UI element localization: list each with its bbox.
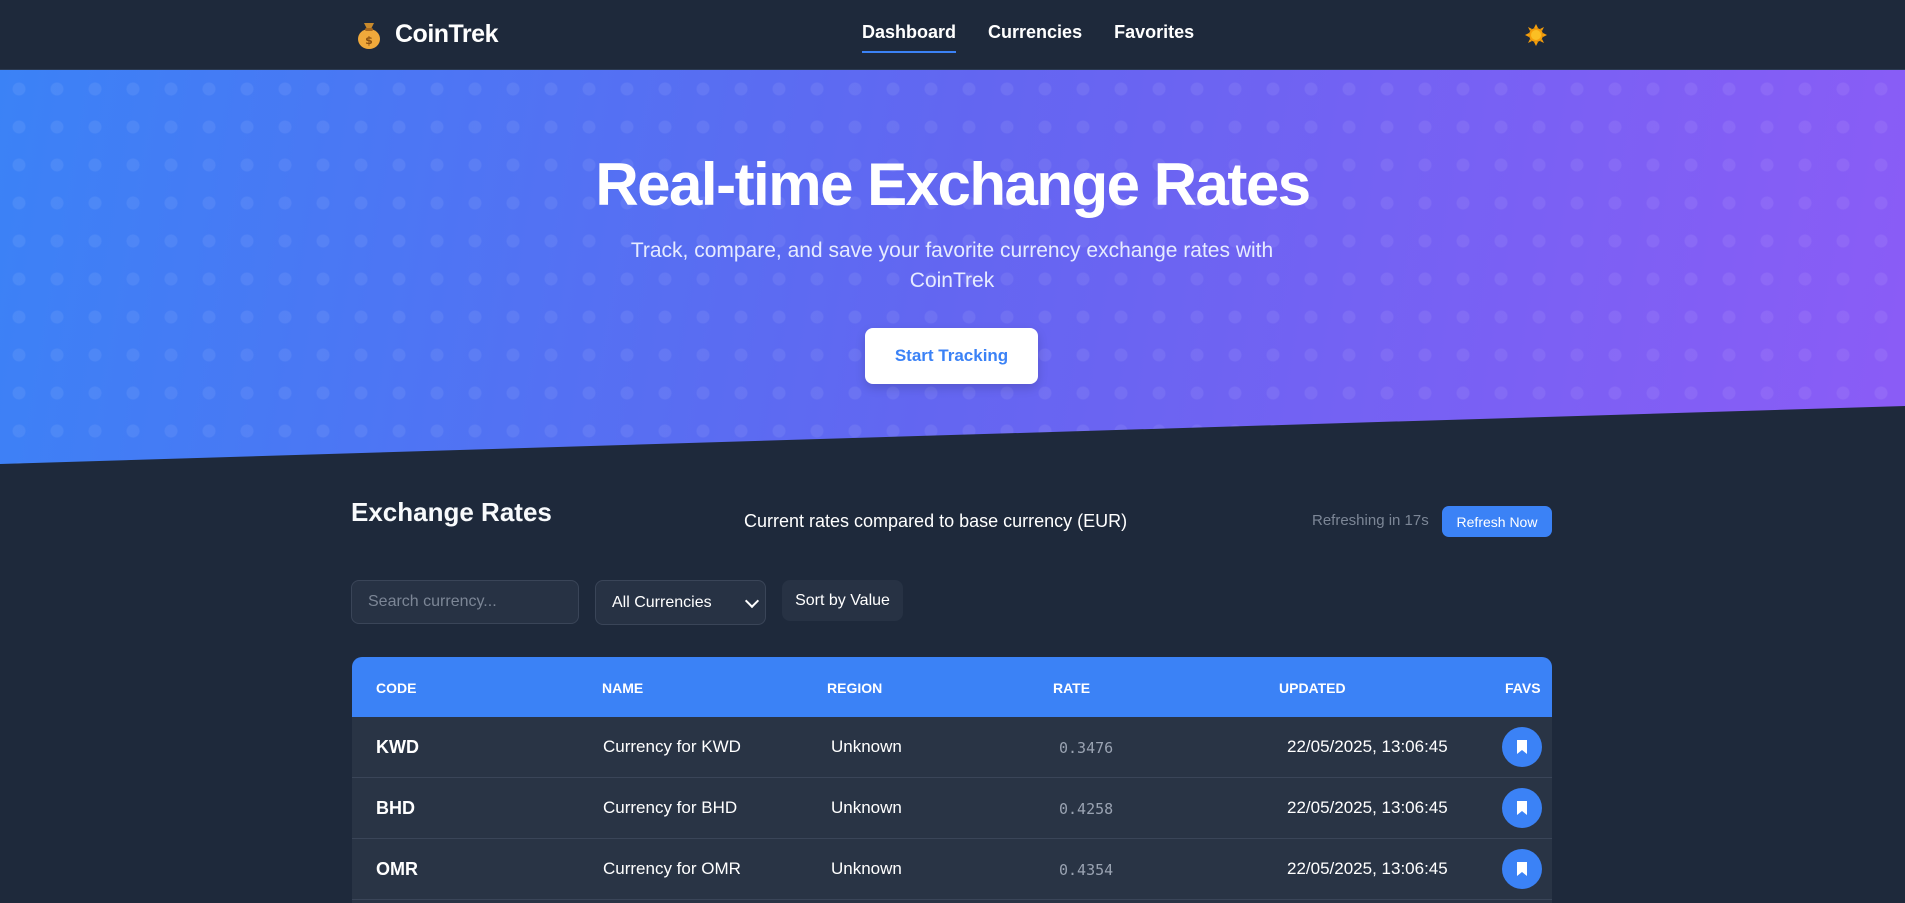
- cell-name: Currency for KWD: [603, 737, 741, 756]
- nav-favorites[interactable]: Favorites: [1114, 22, 1194, 53]
- column-header-updated: UPDATED: [1279, 680, 1346, 696]
- currency-filter-select[interactable]: All Currencies: [595, 580, 766, 625]
- cell-updated: 22/05/2025, 13:06:45: [1287, 798, 1448, 817]
- search-input[interactable]: [351, 580, 579, 624]
- bookmark-icon: [1517, 862, 1527, 876]
- table-row[interactable]: BHD Currency for BHD Unknown 0.4258 22/0…: [352, 778, 1552, 839]
- column-header-code: CODE: [376, 680, 417, 696]
- table-header: CODE NAME REGION RATE UPDATED FAVS: [352, 657, 1552, 717]
- column-header-name: NAME: [602, 680, 644, 696]
- hero-banner: Real-time Exchange Rates Track, compare,…: [0, 70, 1905, 464]
- bookmark-icon: [1517, 740, 1527, 754]
- brand-name: CoinTrek: [395, 19, 498, 48]
- table-row[interactable]: OMR Currency for OMR Unknown 0.4354 22/0…: [352, 839, 1552, 900]
- cell-region: Unknown: [831, 859, 902, 878]
- cell-name: Currency for OMR: [603, 859, 741, 878]
- cell-code: KWD: [376, 737, 419, 757]
- sun-icon[interactable]: [1525, 24, 1547, 46]
- column-header-favs: FAVS: [1505, 680, 1541, 696]
- cell-name: Currency for BHD: [603, 798, 738, 817]
- bookmark-icon: [1517, 801, 1527, 815]
- main-nav: Dashboard Currencies Favorites: [862, 22, 1194, 53]
- nav-currencies[interactable]: Currencies: [988, 22, 1082, 53]
- refresh-countdown: Refreshing in 17s: [1312, 512, 1429, 529]
- cell-region: Unknown: [831, 798, 902, 817]
- column-header-rate: RATE: [1053, 680, 1091, 696]
- refresh-now-button[interactable]: Refresh Now: [1442, 506, 1552, 537]
- nav-dashboard[interactable]: Dashboard: [862, 22, 957, 53]
- money-bag-icon: $: [355, 19, 383, 49]
- column-header-region: REGION: [827, 680, 883, 696]
- cell-updated: 22/05/2025, 13:06:45: [1287, 859, 1448, 878]
- cell-code: BHD: [376, 798, 415, 818]
- exchange-rates-table: CODE NAME REGION RATE UPDATED FAVS KWD C…: [352, 657, 1552, 903]
- favorite-button[interactable]: [1502, 849, 1542, 889]
- favorite-button[interactable]: [1502, 727, 1542, 767]
- top-navbar: $ CoinTrek Dashboard Currencies Favorite…: [0, 0, 1905, 70]
- start-tracking-button[interactable]: Start Tracking: [865, 328, 1038, 384]
- cell-code: OMR: [376, 859, 418, 879]
- section-subtitle: Current rates compared to base currency …: [744, 511, 1128, 531]
- cell-rate: 0.4258: [1059, 800, 1114, 818]
- favorite-button[interactable]: [1502, 788, 1542, 828]
- cell-rate: 0.4354: [1059, 861, 1114, 879]
- section-title: Exchange Rates: [351, 497, 552, 527]
- cell-updated: 22/05/2025, 13:06:45: [1287, 737, 1448, 756]
- hero-subtitle: Track, compare, and save your favorite c…: [630, 239, 1274, 292]
- sort-by-value-button[interactable]: Sort by Value: [782, 580, 903, 621]
- svg-text:$: $: [365, 34, 373, 47]
- currency-filter-value: All Currencies: [612, 593, 712, 611]
- cell-region: Unknown: [831, 737, 902, 756]
- table-row[interactable]: KWD Currency for KWD Unknown 0.3476 22/0…: [352, 717, 1552, 778]
- chevron-down-icon: [744, 593, 760, 608]
- cell-rate: 0.3476: [1059, 739, 1114, 757]
- brand[interactable]: $ CoinTrek: [355, 14, 498, 54]
- hero-title: Real-time Exchange Rates: [595, 151, 1311, 218]
